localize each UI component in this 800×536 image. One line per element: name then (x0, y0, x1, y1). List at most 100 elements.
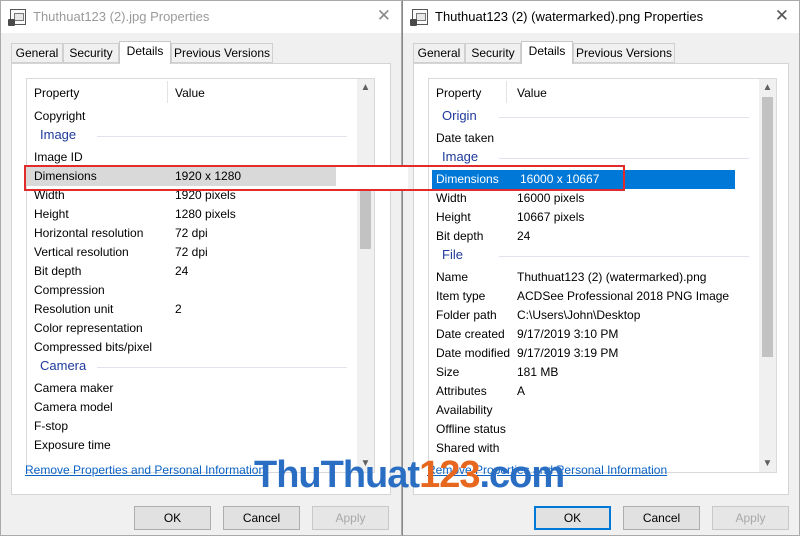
watermark-part-2: 123 (419, 454, 480, 496)
group-divider (499, 256, 749, 257)
group-divider (499, 117, 749, 118)
property-row[interactable]: Copyright (27, 107, 356, 126)
tab-strip: General Security Details Previous Versio… (11, 41, 391, 64)
group-divider (97, 367, 347, 368)
property-row[interactable]: Compressed bits/pixel (27, 338, 356, 357)
property-value: 72 dpi (175, 226, 208, 240)
file-properties-icon (410, 9, 428, 26)
property-row[interactable]: Camera maker (27, 379, 356, 398)
tab-general[interactable]: General (11, 43, 63, 63)
property-name: Image ID (34, 150, 83, 164)
property-name: Camera model (34, 400, 113, 414)
chevron-up-icon[interactable]: ▲ (759, 79, 776, 96)
property-row[interactable]: F-stop (27, 417, 356, 436)
watermark-part-1: ThuThuat (254, 454, 420, 496)
property-name: Camera maker (34, 381, 114, 395)
property-name: Item type (436, 289, 486, 303)
tab-security[interactable]: Security (465, 43, 521, 63)
column-header-value[interactable]: Value (175, 86, 205, 100)
group-header[interactable]: Camera (40, 358, 86, 373)
property-row[interactable]: Name Thuthuat123 (2) (watermarked).png (429, 268, 758, 287)
property-row[interactable]: Resolution unit 2 (27, 300, 356, 319)
property-value: ACDSee Professional 2018 PNG Image (517, 289, 730, 303)
property-row[interactable]: Offline status (429, 420, 758, 439)
window-title: Thuthuat123 (2) (watermarked).png Proper… (435, 9, 704, 24)
close-icon[interactable]: ✕ (377, 6, 391, 26)
ok-button[interactable]: OK (134, 506, 211, 530)
scrollbar-thumb[interactable] (762, 97, 773, 357)
group-divider (97, 136, 347, 137)
group-header[interactable]: Origin (442, 108, 477, 123)
cancel-button[interactable]: Cancel (223, 506, 300, 530)
list-header: Property Value (429, 79, 758, 106)
property-row[interactable]: Height 10667 pixels (429, 208, 758, 227)
property-value: A (517, 384, 526, 398)
property-name: Offline status (436, 422, 506, 436)
property-name: Date created (436, 327, 505, 341)
ok-button[interactable]: OK (534, 506, 611, 530)
property-value: 10667 pixels (517, 210, 585, 224)
property-name: F-stop (34, 419, 69, 433)
property-name: Bit depth (436, 229, 484, 243)
property-list[interactable]: Property Value Origin Date taken Image Dime… (428, 78, 777, 473)
property-row[interactable]: Compression (27, 281, 356, 300)
watermark-part-3: .com (479, 454, 565, 496)
dimensions-highlight-box (24, 165, 625, 191)
tab-security[interactable]: Security (63, 43, 119, 63)
property-row[interactable]: Attributes A (429, 382, 758, 401)
property-value: 2 (175, 302, 182, 316)
column-divider[interactable] (167, 81, 168, 103)
property-row[interactable]: Height 1280 pixels (27, 205, 356, 224)
chevron-down-icon[interactable]: ▼ (759, 455, 776, 472)
apply-button[interactable]: Apply (712, 506, 789, 530)
group-divider (499, 158, 749, 159)
property-name: Height (436, 210, 471, 224)
close-icon[interactable]: ✕ (775, 6, 789, 26)
list-header: Property Value (27, 79, 356, 106)
property-row[interactable]: Bit depth 24 (27, 262, 356, 281)
property-row[interactable]: Width 16000 pixels (429, 189, 758, 208)
property-name: Size (436, 365, 460, 379)
property-row[interactable]: Vertical resolution 72 dpi (27, 243, 356, 262)
column-header-property[interactable]: Property (34, 86, 79, 100)
column-header-value[interactable]: Value (517, 86, 547, 100)
chevron-up-icon[interactable]: ▲ (357, 79, 374, 96)
property-row[interactable]: Availability (429, 401, 758, 420)
property-name: Copyright (34, 109, 86, 123)
property-name: Horizontal resolution (34, 226, 144, 240)
property-row[interactable]: Color representation (27, 319, 356, 338)
property-row[interactable]: Folder path C:\Users\John\Desktop (429, 306, 758, 325)
apply-button[interactable]: Apply (312, 506, 389, 530)
property-row[interactable]: Bit depth 24 (429, 227, 758, 246)
property-row[interactable]: Item type ACDSee Professional 2018 PNG Im… (429, 287, 758, 306)
property-name: Height (34, 207, 69, 221)
property-name: Compression (34, 283, 105, 297)
tab-details[interactable]: Details (521, 41, 573, 64)
property-row[interactable]: Date modified 9/17/2019 3:19 PM (429, 344, 758, 363)
property-row[interactable]: Date created 9/17/2019 3:10 PM (429, 325, 758, 344)
property-row[interactable]: Horizontal resolution 72 dpi (27, 224, 356, 243)
property-name: Availability (436, 403, 493, 417)
tab-general[interactable]: General (413, 43, 465, 63)
group-header[interactable]: Image (40, 127, 76, 142)
vertical-scrollbar[interactable]: ▲ ▼ (357, 79, 374, 472)
cancel-button[interactable]: Cancel (623, 506, 700, 530)
group-header[interactable]: File (442, 247, 463, 262)
vertical-scrollbar[interactable]: ▲ ▼ (759, 79, 776, 472)
property-row[interactable]: Camera model (27, 398, 356, 417)
column-header-property[interactable]: Property (436, 86, 481, 100)
property-list[interactable]: Property Value Copyright Image Image ID Dim… (26, 78, 375, 473)
tab-previous-versions[interactable]: Previous Versions (573, 43, 675, 63)
column-divider[interactable] (506, 81, 507, 103)
tab-previous-versions[interactable]: Previous Versions (171, 43, 273, 63)
group-header[interactable]: Image (442, 149, 478, 164)
tab-details[interactable]: Details (119, 41, 171, 64)
remove-properties-link[interactable]: Remove Properties and Personal Informati… (25, 463, 265, 477)
property-row[interactable]: Size 181 MB (429, 363, 758, 382)
property-value: 16000 pixels (517, 191, 585, 205)
property-value: 24 (517, 229, 531, 243)
details-panel: Property Value Origin Date taken Image Dime… (413, 63, 789, 495)
property-name: Folder path (436, 308, 497, 322)
file-properties-icon (8, 9, 26, 26)
property-row[interactable]: Date taken (429, 129, 758, 148)
